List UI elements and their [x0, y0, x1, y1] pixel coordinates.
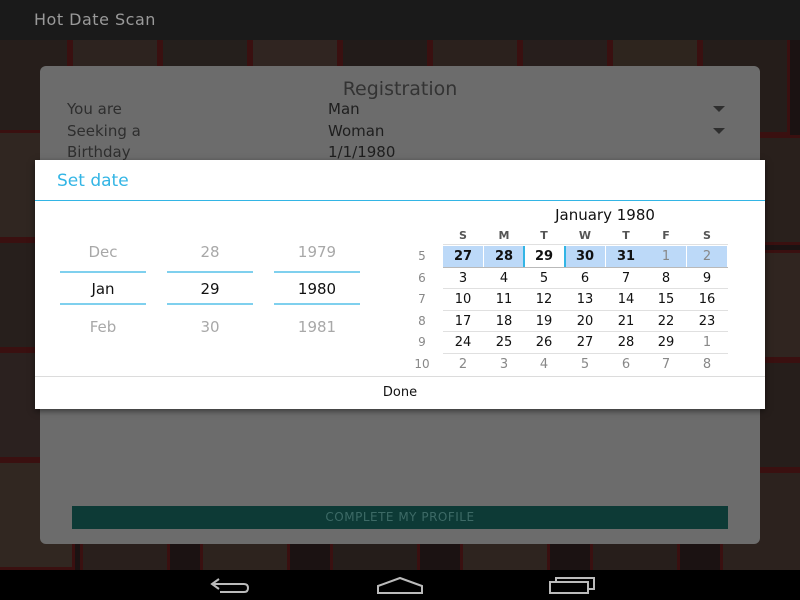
calendar-day[interactable]: 21 [606, 311, 646, 332]
seeking-select[interactable]: Woman [328, 122, 384, 140]
complete-profile-button[interactable]: COMPLETE MY PROFILE [72, 506, 728, 529]
week-start-marker [523, 246, 525, 267]
calendar-day[interactable]: 16 [687, 289, 727, 310]
calendar-row-divider [443, 244, 728, 245]
calendar-day[interactable]: 10 [443, 289, 483, 310]
week-number: 7 [418, 292, 426, 306]
dropdown-caret-icon[interactable] [713, 128, 725, 134]
week-end-marker [564, 246, 566, 267]
weekday-header: W [578, 229, 592, 242]
calendar-day[interactable]: 6 [565, 268, 605, 289]
calendar-day[interactable]: 9 [687, 268, 727, 289]
weekday-header: F [662, 229, 670, 242]
calendar-day[interactable]: 22 [646, 311, 686, 332]
calendar-day[interactable]: 25 [484, 332, 524, 353]
calendar-day[interactable]: 6 [606, 354, 646, 375]
spinner-divider [274, 303, 360, 305]
you-are-select[interactable]: Man [328, 100, 360, 118]
year-prev[interactable]: 1979 [274, 243, 360, 261]
calendar-day[interactable]: 24 [443, 332, 483, 353]
week-number: 10 [414, 357, 430, 371]
calendar-day[interactable]: 28 [484, 246, 524, 267]
calendar-day[interactable]: 31 [606, 246, 646, 267]
week-number: 6 [418, 271, 426, 285]
day-next[interactable]: 30 [167, 318, 253, 336]
screen: Hot Date Scan Registration You are Man S… [0, 0, 800, 600]
spinner-divider [167, 303, 253, 305]
calendar-day[interactable]: 26 [524, 332, 564, 353]
action-bar: Hot Date Scan [0, 0, 800, 40]
calendar-day[interactable]: 14 [606, 289, 646, 310]
year-spinner[interactable]: 1979 1980 1981 [274, 200, 360, 376]
home-icon[interactable] [376, 575, 424, 595]
calendar-day[interactable]: 23 [687, 311, 727, 332]
calendar-day[interactable]: 7 [646, 354, 686, 375]
calendar-day[interactable]: 20 [565, 311, 605, 332]
calendar-day[interactable]: 27 [443, 246, 483, 267]
calendar-day[interactable]: 1 [646, 246, 686, 267]
recent-apps-icon[interactable] [548, 575, 596, 595]
calendar-day[interactable]: 5 [565, 354, 605, 375]
seeking-label: Seeking a [67, 122, 141, 140]
calendar-day[interactable]: 15 [646, 289, 686, 310]
spinner-divider [60, 303, 146, 305]
calendar-day[interactable]: 11 [484, 289, 524, 310]
calendar-day[interactable]: 3 [484, 354, 524, 375]
calendar-day[interactable]: 30 [565, 246, 605, 267]
day-spinner[interactable]: 28 29 30 [167, 200, 253, 376]
spinner-divider [60, 271, 146, 273]
calendar-day[interactable]: 18 [484, 311, 524, 332]
calendar-day[interactable]: 29 [646, 332, 686, 353]
set-date-dialog: Set date Dec Jan Feb 28 29 30 1979 1980 … [35, 160, 765, 409]
spinner-divider [274, 271, 360, 273]
year-current[interactable]: 1980 [274, 280, 360, 298]
calendar-day[interactable]: 13 [565, 289, 605, 310]
system-navigation-bar [0, 570, 800, 600]
calendar-month-title: January 1980 [555, 206, 655, 224]
calendar-day[interactable]: 8 [646, 268, 686, 289]
calendar-day[interactable]: 27 [565, 332, 605, 353]
calendar-day[interactable]: 5 [524, 268, 564, 289]
year-next[interactable]: 1981 [274, 318, 360, 336]
day-current[interactable]: 29 [167, 280, 253, 298]
calendar-day[interactable]: 17 [443, 311, 483, 332]
app-title: Hot Date Scan [34, 10, 156, 29]
month-prev[interactable]: Dec [60, 243, 146, 261]
birthday-label: Birthday [67, 143, 131, 161]
registration-title: Registration [342, 78, 458, 100]
weekday-header: S [703, 229, 711, 242]
birthday-field[interactable]: 1/1/1980 [328, 143, 395, 161]
calendar-day[interactable]: 7 [606, 268, 646, 289]
calendar-day[interactable]: 29 [524, 246, 564, 267]
calendar-day[interactable]: 3 [443, 268, 483, 289]
calendar-day[interactable]: 4 [524, 354, 564, 375]
weekday-header: M [498, 229, 510, 242]
month-next[interactable]: Feb [60, 318, 146, 336]
week-number: 5 [418, 249, 426, 263]
calendar-day[interactable]: 1 [687, 332, 727, 353]
week-number: 8 [418, 314, 426, 328]
week-number: 9 [418, 335, 426, 349]
calendar-day[interactable]: 2 [687, 246, 727, 267]
weekday-header: T [622, 229, 630, 242]
calendar-day[interactable]: 12 [524, 289, 564, 310]
day-prev[interactable]: 28 [167, 243, 253, 261]
month-spinner[interactable]: Dec Jan Feb [60, 200, 146, 376]
weekday-header: S [459, 229, 467, 242]
calendar-day[interactable]: 4 [484, 268, 524, 289]
spinner-divider [167, 271, 253, 273]
back-icon[interactable] [206, 575, 252, 595]
dialog-title: Set date [57, 171, 129, 191]
calendar-day[interactable]: 19 [524, 311, 564, 332]
weekday-header: T [540, 229, 548, 242]
calendar-day[interactable]: 2 [443, 354, 483, 375]
done-button[interactable]: Done [35, 377, 765, 409]
month-current[interactable]: Jan [60, 280, 146, 298]
dropdown-caret-icon[interactable] [713, 106, 725, 112]
calendar-day[interactable]: 28 [606, 332, 646, 353]
calendar-day[interactable]: 8 [687, 354, 727, 375]
you-are-label: You are [67, 100, 122, 118]
